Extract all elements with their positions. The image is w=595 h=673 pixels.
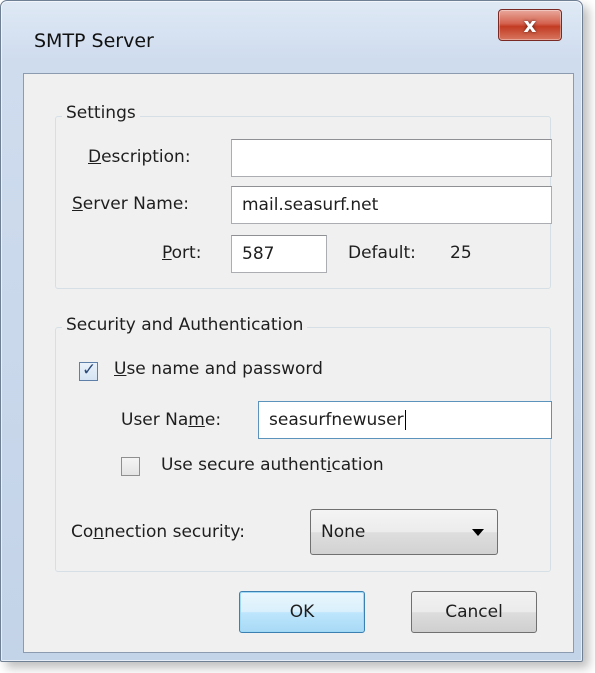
description-label: Description: bbox=[88, 147, 191, 167]
text-caret bbox=[404, 410, 406, 430]
ok-button[interactable]: OK bbox=[239, 591, 365, 633]
port-default-label: Default: bbox=[348, 243, 416, 263]
port-default-value: 25 bbox=[450, 243, 472, 263]
description-field[interactable] bbox=[231, 139, 552, 177]
use-name-password-checkbox[interactable]: ✓ bbox=[79, 360, 98, 381]
connection-security-label: Connection security: bbox=[71, 522, 245, 542]
server-name-label: Server Name: bbox=[72, 194, 190, 214]
secure-authentication-label[interactable]: Use secure authentication bbox=[161, 455, 384, 475]
port-field[interactable]: 587 bbox=[231, 235, 327, 273]
cancel-button[interactable]: Cancel bbox=[411, 591, 537, 633]
close-icon: x bbox=[523, 13, 537, 37]
window-title: SMTP Server bbox=[34, 30, 154, 52]
close-button[interactable]: x bbox=[498, 9, 562, 41]
server-name-field[interactable]: mail.seasurf.net bbox=[231, 186, 552, 224]
secure-authentication-checkbox[interactable] bbox=[121, 457, 140, 476]
user-name-label: User Name: bbox=[121, 410, 222, 430]
dialog-window: SMTP Server x Settings Description: Serv… bbox=[0, 0, 583, 662]
security-legend: Security and Authentication bbox=[62, 315, 308, 335]
user-name-field[interactable]: seasurfnewuser bbox=[258, 401, 552, 439]
settings-legend: Settings bbox=[62, 103, 140, 123]
connection-security-select[interactable]: None bbox=[310, 509, 498, 555]
use-name-password-label[interactable]: Use name and password bbox=[114, 359, 323, 379]
chevron-down-icon bbox=[472, 529, 484, 536]
checkmark-icon: ✓ bbox=[82, 360, 97, 380]
connection-security-value: None bbox=[321, 522, 366, 542]
dialog-body: Settings Description: Server Name: mail.… bbox=[23, 73, 574, 653]
port-label: Port: bbox=[162, 243, 202, 263]
